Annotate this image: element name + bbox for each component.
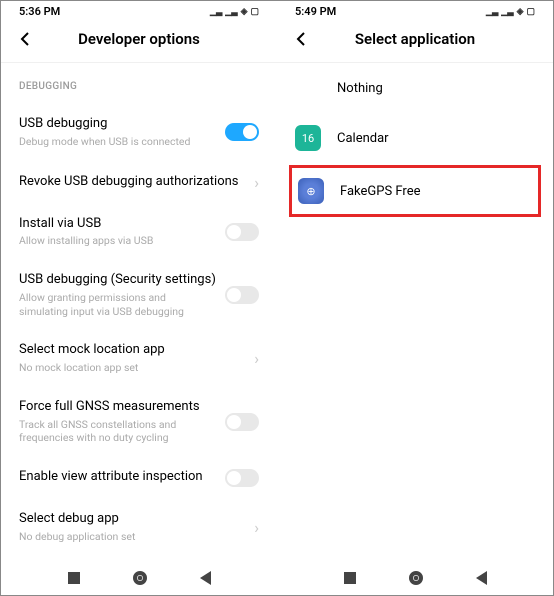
toggle-usb-debugging[interactable] xyxy=(225,123,259,141)
row-title: Enable view attribute inspection xyxy=(19,469,217,486)
row-debug-app[interactable]: Select debug app No debug application se… xyxy=(19,499,259,556)
header: Developer options xyxy=(1,20,277,63)
settings-list[interactable]: DEBUGGING USB debugging Debug mode when … xyxy=(1,63,277,561)
row-title: Select debug app xyxy=(19,511,246,528)
row-install-via-usb[interactable]: Install via USB Allow installing apps vi… xyxy=(19,204,259,261)
battery-icon: ▢ xyxy=(250,7,259,17)
app-row-nothing[interactable]: Nothing xyxy=(295,63,535,113)
toggle-view-attr[interactable] xyxy=(225,469,259,487)
app-list[interactable]: Nothing 16 Calendar ⊕ FakeGPS Free xyxy=(277,63,553,561)
toggle-install-usb[interactable] xyxy=(225,223,259,241)
nav-home-button[interactable] xyxy=(133,571,147,585)
screen-developer-options: 5:36 PM ▁▃ ▁▃ ◈ ▢ Developer options DEBU… xyxy=(1,1,277,595)
row-title: Force full GNSS measurements xyxy=(19,399,217,416)
toggle-gnss[interactable] xyxy=(225,413,259,431)
row-usb-security[interactable]: USB debugging (Security settings) Allow … xyxy=(19,260,259,330)
signal-icon: ▁▃ xyxy=(486,7,498,16)
nav-recents-button[interactable] xyxy=(344,572,356,584)
app-name: Calendar xyxy=(337,131,389,146)
app-row-calendar[interactable]: 16 Calendar xyxy=(295,113,535,163)
nav-recents-button[interactable] xyxy=(68,572,80,584)
row-title: Select mock location app xyxy=(19,342,246,359)
chevron-right-icon: › xyxy=(254,349,259,368)
row-subtitle: Allow granting permissions and simulatin… xyxy=(19,291,217,318)
row-view-attribute[interactable]: Enable view attribute inspection xyxy=(19,457,259,499)
nav-home-button[interactable] xyxy=(409,571,423,585)
chevron-right-icon: › xyxy=(254,518,259,537)
calendar-icon: 16 xyxy=(295,125,321,151)
row-subtitle: Debug mode when USB is connected xyxy=(19,135,217,149)
page-title: Select application xyxy=(295,30,535,48)
row-usb-debugging[interactable]: USB debugging Debug mode when USB is con… xyxy=(19,104,259,161)
header: Select application xyxy=(277,20,553,63)
app-name: Nothing xyxy=(337,81,383,96)
row-mock-location[interactable]: Select mock location app No mock locatio… xyxy=(19,330,259,387)
row-subtitle: Track all GNSS constellations and freque… xyxy=(19,418,217,445)
chevron-right-icon: › xyxy=(254,173,259,192)
wifi-icon: ◈ xyxy=(517,7,524,17)
status-icons: ▁▃ ▁▃ ◈ ▢ xyxy=(210,7,259,17)
app-name: FakeGPS Free xyxy=(340,184,421,199)
row-title: USB debugging xyxy=(19,116,217,133)
status-icons: ▁▃ ▁▃ ◈ ▢ xyxy=(486,7,535,17)
nav-back-button[interactable] xyxy=(200,571,211,585)
fakegps-icon: ⊕ xyxy=(298,178,324,204)
row-revoke-auth[interactable]: Revoke USB debugging authorizations › xyxy=(19,161,259,204)
row-gnss[interactable]: Force full GNSS measurements Track all G… xyxy=(19,387,259,457)
highlight-box: ⊕ FakeGPS Free xyxy=(289,165,541,217)
row-subtitle: No mock location app set xyxy=(19,361,246,375)
app-icon-blank xyxy=(295,75,321,101)
page-title: Developer options xyxy=(19,30,259,48)
status-time: 5:49 PM xyxy=(295,5,336,18)
status-time: 5:36 PM xyxy=(19,5,60,18)
section-label: DEBUGGING xyxy=(19,81,259,92)
battery-icon: ▢ xyxy=(526,7,535,17)
nav-back-button[interactable] xyxy=(476,571,487,585)
status-bar: 5:36 PM ▁▃ ▁▃ ◈ ▢ xyxy=(1,1,277,20)
app-row-fakegps[interactable]: ⊕ FakeGPS Free xyxy=(298,172,532,210)
row-title: Install via USB xyxy=(19,216,217,233)
nav-bar xyxy=(1,561,277,595)
row-title: USB debugging (Security settings) xyxy=(19,272,217,289)
row-subtitle: No debug application set xyxy=(19,530,246,544)
toggle-usb-security[interactable] xyxy=(225,286,259,304)
row-title: Revoke USB debugging authorizations xyxy=(19,174,246,191)
screen-select-application: 5:49 PM ▁▃ ▁▃ ◈ ▢ Select application Not… xyxy=(277,1,553,595)
signal-icon: ▁▃ xyxy=(225,7,237,16)
signal-icon: ▁▃ xyxy=(210,7,222,16)
signal-icon: ▁▃ xyxy=(501,7,513,16)
wifi-icon: ◈ xyxy=(241,7,248,17)
nav-bar xyxy=(277,561,553,595)
row-subtitle: Allow installing apps via USB xyxy=(19,234,217,248)
status-bar: 5:49 PM ▁▃ ▁▃ ◈ ▢ xyxy=(277,1,553,20)
